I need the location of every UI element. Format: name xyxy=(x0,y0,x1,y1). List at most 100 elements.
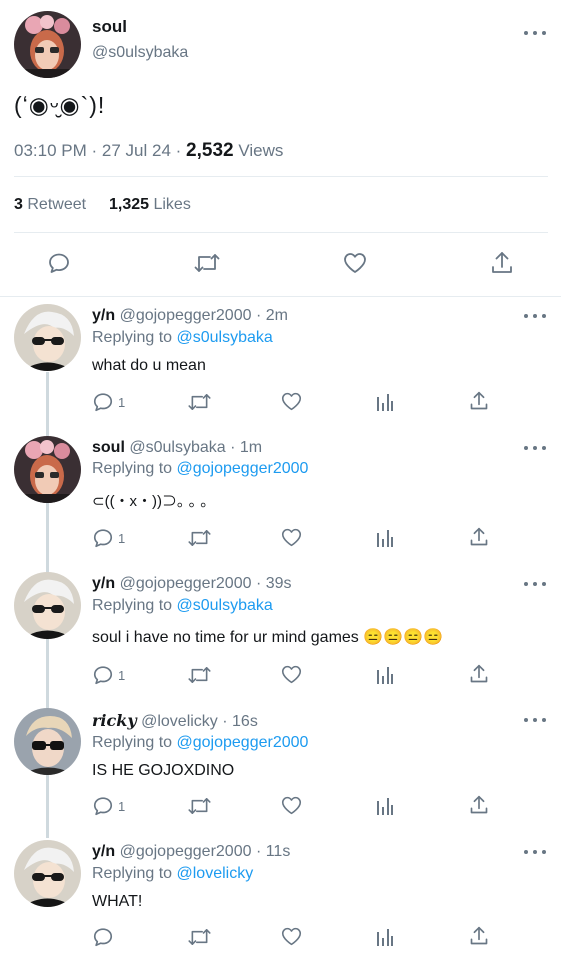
heart-icon xyxy=(281,392,302,411)
reply-icon xyxy=(93,928,113,947)
reply-time[interactable]: · 16s xyxy=(222,713,258,730)
more-icon[interactable] xyxy=(524,309,546,323)
retweet-button[interactable] xyxy=(187,527,212,549)
likes-count[interactable]: 1,325 xyxy=(109,196,149,213)
share-button[interactable] xyxy=(469,925,489,947)
share-icon xyxy=(492,252,512,273)
replying-to-link[interactable]: @gojopegger2000 xyxy=(177,734,309,751)
analytics-icon xyxy=(377,394,393,411)
tweet-time: 03:10 PM xyxy=(14,141,87,160)
avatar[interactable] xyxy=(14,304,81,371)
reply-button[interactable]: 1 xyxy=(92,391,125,413)
tweet-meta: 03:10 PM · 27 Jul 24 · 2,532 Views xyxy=(14,140,283,162)
analytics-button[interactable] xyxy=(376,665,394,685)
like-button[interactable] xyxy=(280,391,303,412)
more-icon[interactable] xyxy=(524,26,546,40)
divider xyxy=(0,296,561,297)
more-icon[interactable] xyxy=(524,577,546,591)
like-button[interactable] xyxy=(280,795,303,816)
avatar[interactable] xyxy=(14,436,81,503)
reply-button[interactable] xyxy=(92,926,118,948)
like-button[interactable] xyxy=(280,527,303,548)
reply-author-handle[interactable]: @gojopegger2000 xyxy=(120,843,252,860)
reply-header: ricky @lovelicky · 16s xyxy=(92,711,258,731)
meta-separator: · xyxy=(91,141,98,160)
heart-icon xyxy=(281,796,302,815)
retweet-icon xyxy=(188,394,211,410)
reply-button[interactable]: 1 xyxy=(92,527,125,549)
replying-to-link[interactable]: @gojopegger2000 xyxy=(177,460,309,477)
reply-header: y/n @gojopegger2000 · 11s xyxy=(92,843,290,861)
analytics-icon xyxy=(377,798,393,815)
more-icon[interactable] xyxy=(524,845,546,859)
reply-author-name[interactable]: y/n xyxy=(92,843,115,860)
replying-to: Replying to @gojopegger2000 xyxy=(92,734,308,752)
author-avatar[interactable] xyxy=(14,11,81,78)
retweet-button[interactable] xyxy=(187,664,212,686)
share-button[interactable] xyxy=(469,390,489,412)
reply-icon xyxy=(49,253,69,273)
divider xyxy=(14,176,548,177)
share-icon xyxy=(470,527,488,546)
more-icon[interactable] xyxy=(524,441,546,455)
reply-button[interactable] xyxy=(47,251,71,275)
share-button[interactable] xyxy=(469,526,489,548)
reply-time[interactable]: · 2m xyxy=(256,307,288,324)
retweet-count[interactable]: 3 xyxy=(14,196,23,213)
replying-to-label: Replying to xyxy=(92,460,173,477)
share-icon xyxy=(470,664,488,683)
heart-icon xyxy=(344,253,366,273)
engagement-stats: 3 Retweet 1,325 Likes xyxy=(14,196,191,214)
replying-to-link[interactable]: @lovelicky xyxy=(177,865,254,882)
retweet-icon xyxy=(188,530,211,546)
author-handle[interactable]: @s0ulsybaka xyxy=(92,44,188,62)
retweet-button[interactable] xyxy=(193,251,221,275)
reply-button[interactable]: 1 xyxy=(92,664,125,686)
reply-author-name[interactable]: ricky xyxy=(92,711,137,730)
retweet-icon xyxy=(188,667,211,683)
reply-button[interactable]: 1 xyxy=(92,795,125,817)
likes-label[interactable]: Likes xyxy=(153,196,190,213)
reply-author-handle[interactable]: @gojopegger2000 xyxy=(120,575,252,592)
analytics-button[interactable] xyxy=(376,796,394,816)
replying-to-label: Replying to xyxy=(92,865,173,882)
reply-author-name[interactable]: y/n xyxy=(92,307,115,324)
reply-author-handle[interactable]: @gojopegger2000 xyxy=(120,307,252,324)
like-button[interactable] xyxy=(280,926,303,947)
share-button[interactable] xyxy=(490,250,514,276)
replying-to: Replying to @lovelicky xyxy=(92,865,253,883)
reply-text: soul i have no time for ur mind games 😑😑… xyxy=(92,629,443,646)
analytics-button[interactable] xyxy=(376,927,394,947)
reply-time[interactable]: · 11s xyxy=(256,843,290,860)
reply-author-handle[interactable]: @s0ulsybaka xyxy=(129,439,225,456)
like-button[interactable] xyxy=(342,251,368,275)
share-button[interactable] xyxy=(469,663,489,685)
replying-to: Replying to @s0ulsybaka xyxy=(92,329,273,347)
avatar[interactable] xyxy=(14,572,81,639)
avatar[interactable] xyxy=(14,840,81,907)
retweet-button[interactable] xyxy=(187,391,212,413)
views-label: Views xyxy=(238,141,284,160)
retweet-label[interactable]: Retweet xyxy=(27,196,86,213)
meta-separator: · xyxy=(175,141,182,160)
reply-time[interactable]: · 1m xyxy=(230,439,262,456)
reply-icon xyxy=(93,666,113,685)
replying-to-link[interactable]: @s0ulsybaka xyxy=(177,329,273,346)
replying-to: Replying to @s0ulsybaka xyxy=(92,597,273,615)
avatar[interactable] xyxy=(14,708,81,775)
reply-header: soul @s0ulsybaka · 1m xyxy=(92,439,262,457)
share-button[interactable] xyxy=(469,794,489,816)
author-display-name[interactable]: soul xyxy=(92,17,127,37)
reply-author-handle[interactable]: @lovelicky xyxy=(141,713,218,730)
replying-to-label: Replying to xyxy=(92,597,173,614)
retweet-button[interactable] xyxy=(187,795,212,817)
replying-to-link[interactable]: @s0ulsybaka xyxy=(177,597,273,614)
retweet-button[interactable] xyxy=(187,926,212,948)
like-button[interactable] xyxy=(280,664,303,685)
more-icon[interactable] xyxy=(524,713,546,727)
analytics-button[interactable] xyxy=(376,528,394,548)
reply-time[interactable]: · 39s xyxy=(256,575,292,592)
analytics-button[interactable] xyxy=(376,392,394,412)
reply-author-name[interactable]: soul xyxy=(92,439,125,456)
reply-author-name[interactable]: y/n xyxy=(92,575,115,592)
